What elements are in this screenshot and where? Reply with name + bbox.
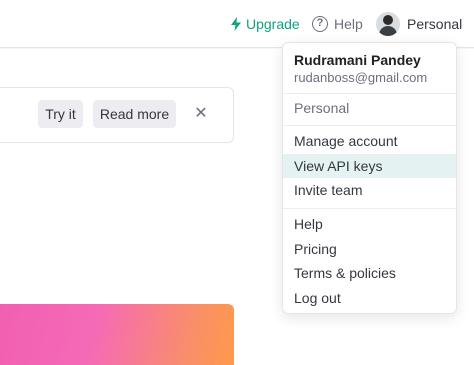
avatar bbox=[376, 12, 400, 36]
menu-item-help[interactable]: Help bbox=[283, 212, 456, 236]
account-menu-button[interactable]: Personal bbox=[376, 0, 462, 48]
menu-item-invite-team[interactable]: Invite team bbox=[283, 178, 456, 202]
user-email: rudanboss@gmail.com bbox=[294, 70, 428, 85]
gradient-banner bbox=[0, 304, 234, 365]
upgrade-label: Upgrade bbox=[246, 16, 300, 32]
user-name: Rudramani Pandey bbox=[294, 52, 421, 68]
menu-divider bbox=[283, 125, 456, 126]
menu-item-organization[interactable]: Personal bbox=[283, 96, 456, 120]
menu-item-view-api-keys[interactable]: View API keys bbox=[283, 154, 456, 178]
app-page: Upgrade ? Help Personal Try it Read more… bbox=[0, 0, 474, 365]
read-more-button[interactable]: Read more bbox=[93, 100, 176, 128]
question-circle-icon: ? bbox=[312, 16, 328, 32]
announcement-card: Try it Read more ✕ bbox=[0, 87, 234, 143]
menu-item-pricing[interactable]: Pricing bbox=[283, 237, 456, 261]
bolt-icon bbox=[231, 17, 241, 31]
account-dropdown-menu: Rudramani Pandey rudanboss@gmail.com Per… bbox=[282, 42, 457, 314]
account-label: Personal bbox=[407, 16, 463, 32]
menu-item-manage-account[interactable]: Manage account bbox=[283, 129, 456, 153]
try-it-button[interactable]: Try it bbox=[38, 100, 83, 128]
help-label: Help bbox=[334, 16, 363, 32]
help-link[interactable]: ? Help bbox=[312, 0, 363, 48]
menu-divider bbox=[283, 208, 456, 209]
top-header: Upgrade ? Help Personal bbox=[0, 0, 474, 48]
close-icon[interactable]: ✕ bbox=[193, 104, 209, 124]
menu-item-terms-policies[interactable]: Terms & policies bbox=[283, 261, 456, 285]
upgrade-link[interactable]: Upgrade bbox=[230, 0, 300, 48]
menu-item-log-out[interactable]: Log out bbox=[283, 286, 456, 310]
menu-divider bbox=[283, 93, 456, 94]
